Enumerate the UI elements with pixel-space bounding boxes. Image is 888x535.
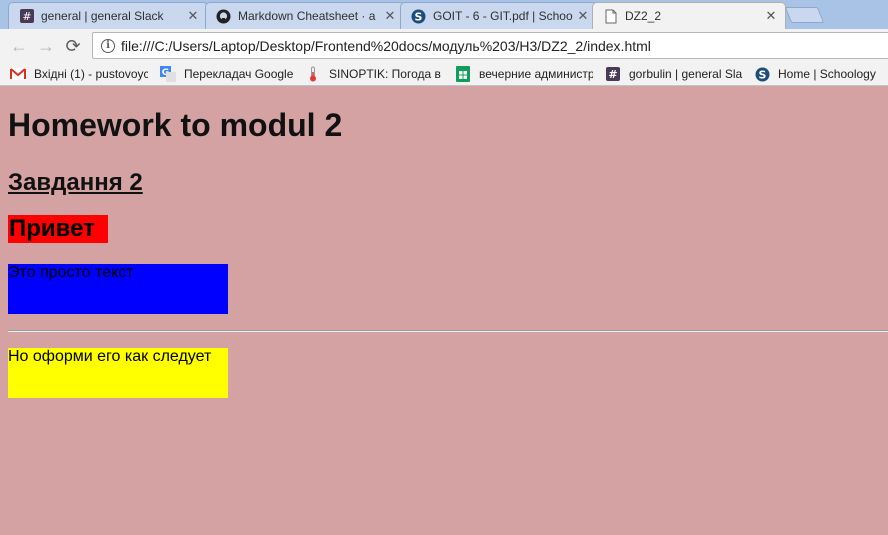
svg-text:S: S <box>415 10 423 23</box>
page-heading: Homework to modul 2 <box>8 107 343 143</box>
forward-button[interactable]: → <box>35 35 57 57</box>
document-icon <box>603 9 618 24</box>
bookmark-sheets[interactable]: вечерние администр <box>455 65 593 83</box>
tab-markdown-cheatsheet[interactable]: Markdown Cheatsheet · a ✕ <box>205 2 405 29</box>
thermometer-icon <box>305 66 321 82</box>
tab-goit-pdf[interactable]: S GOIT - 6 - GIT.pdf | Schoo ✕ <box>400 2 598 29</box>
bookmark-google-translate[interactable]: G Перекладач Google <box>160 65 298 83</box>
gmail-icon <box>10 66 26 82</box>
google-translate-icon: G <box>160 66 176 82</box>
new-tab-button[interactable] <box>784 7 825 23</box>
info-icon[interactable]: i <box>101 38 115 53</box>
github-icon <box>216 9 231 24</box>
tab-title: general | general Slack <box>41 9 164 23</box>
task-heading: Завдання 2 <box>8 169 143 196</box>
bookmark-gmail[interactable]: Вхідні (1) - pustovoyc <box>10 65 148 83</box>
bookmark-label: Home | Schoology <box>778 67 876 81</box>
bookmark-label: Вхідні (1) - pustovoyc <box>34 67 148 81</box>
bookmark-schoology[interactable]: S Home | Schoology <box>754 65 884 83</box>
bookmark-label: gorbulin | general Sla <box>629 67 743 81</box>
slack-hash-icon: # <box>605 66 621 82</box>
slack-hash-icon: # <box>19 9 34 24</box>
bookmark-label: Перекладач Google <box>184 67 294 81</box>
sheets-icon <box>455 66 471 82</box>
yellow-paragraph: Но оформи его как следует <box>8 348 228 398</box>
bookmark-sinoptik[interactable]: SINOPTIK: Погода в У <box>305 65 443 83</box>
tab-slack-general[interactable]: # general | general Slack ✕ <box>8 2 208 29</box>
back-button[interactable]: ← <box>8 35 30 57</box>
horizontal-rule <box>8 330 888 332</box>
schoology-icon: S <box>754 66 770 82</box>
red-heading: Привет <box>8 215 108 243</box>
bookmark-gorbulin-slack[interactable]: # gorbulin | general Sla <box>605 65 743 83</box>
tab-dz2-2[interactable]: DZ2_2 ✕ <box>592 2 786 29</box>
address-bar[interactable]: i file:///C:/Users/Laptop/Desktop/Fronte… <box>92 32 888 59</box>
tab-title: DZ2_2 <box>625 9 662 23</box>
close-icon[interactable]: ✕ <box>382 8 398 24</box>
page-content: Homework to modul 2 Завдання 2 Привет Эт… <box>0 87 888 535</box>
bookmarks-bar: Вхідні (1) - pustovoyc G Перекладач Goog… <box>0 62 888 86</box>
close-icon[interactable]: ✕ <box>575 8 591 24</box>
reload-button[interactable]: ⟳ <box>62 35 84 57</box>
blue-paragraph: Это просто текст <box>8 264 228 314</box>
tab-title: Markdown Cheatsheet · a <box>238 9 376 23</box>
tab-title: GOIT - 6 - GIT.pdf | Schoo <box>433 9 573 23</box>
svg-text:#: # <box>608 68 617 81</box>
close-icon[interactable]: ✕ <box>185 8 201 24</box>
bookmark-label: вечерние администр <box>479 67 593 81</box>
tab-strip: # general | general Slack ✕ Markdown Che… <box>0 0 888 29</box>
url-text[interactable]: file:///C:/Users/Laptop/Desktop/Frontend… <box>121 38 651 54</box>
svg-text:#: # <box>22 10 31 23</box>
svg-text:S: S <box>758 68 766 81</box>
bookmark-label: SINOPTIK: Погода в У <box>329 67 443 81</box>
toolbar: ← → ⟳ i file:///C:/Users/Laptop/Desktop/… <box>0 29 888 62</box>
close-icon[interactable]: ✕ <box>763 8 779 24</box>
schoology-icon: S <box>411 9 426 24</box>
